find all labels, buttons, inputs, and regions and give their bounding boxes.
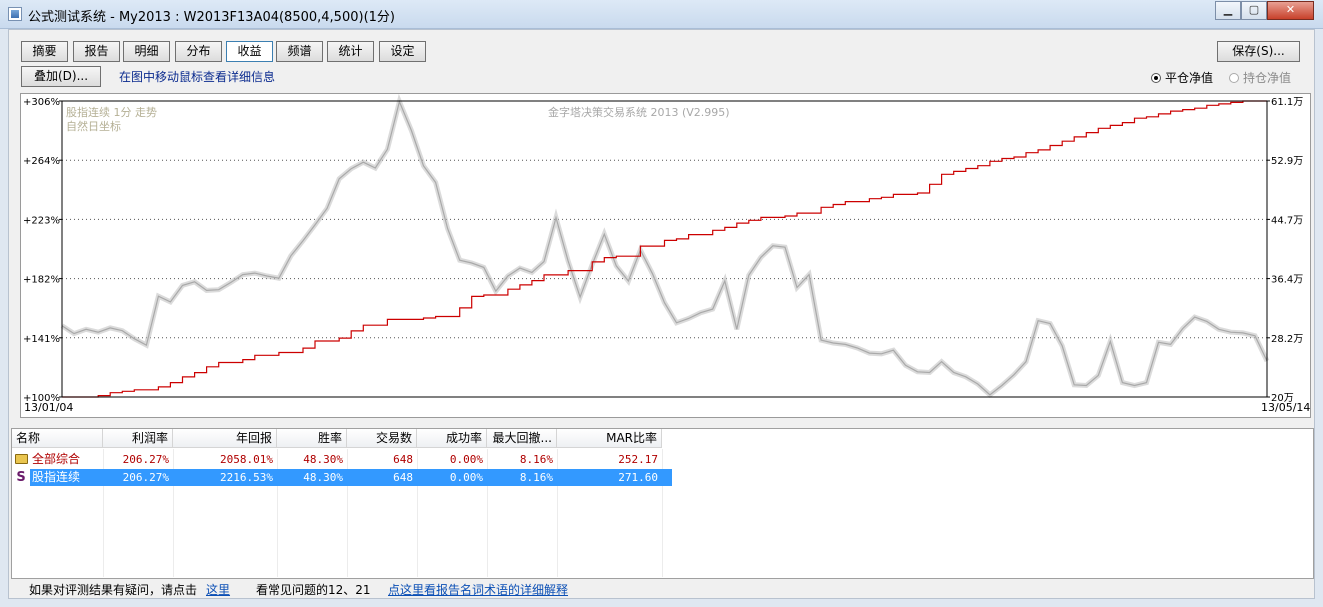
left-tick-label: +182% — [23, 275, 60, 286]
tab-detail[interactable]: 明细 — [123, 41, 170, 62]
col-drawdown[interactable]: 最大回撤... — [487, 429, 557, 448]
title-bar: 公式测试系统 - My2013 : W2013F13A04(8500,4,500… — [0, 0, 1323, 29]
col-mar[interactable]: MAR比率 — [557, 429, 662, 448]
row-drawdown: 8.16% — [519, 471, 553, 484]
glossary-link-text[interactable]: 点这里看报告名词术语的详细解释 — [388, 583, 568, 597]
col-success[interactable]: 成功率 — [417, 429, 487, 448]
table-row[interactable]: 全部综合 206.27% 2058.01% 48.30% 648 0.00% 8… — [12, 451, 672, 468]
close-button[interactable]: ✕ — [1267, 1, 1314, 20]
row-mar: 271.60 — [618, 471, 658, 484]
price-series-line — [61, 99, 1268, 396]
window-title: 公式测试系统 - My2013 : W2013F13A04(8500,4,500… — [28, 10, 395, 25]
row-mar: 252.17 — [618, 453, 658, 466]
row-annual: 2216.53% — [220, 471, 273, 484]
row-win-rate: 48.30% — [303, 453, 343, 466]
right-tick-label: 61.1万 — [1271, 97, 1303, 108]
x-end-label: 13/05/14 — [1261, 401, 1310, 414]
row-success: 0.00% — [449, 453, 483, 466]
tab-summary[interactable]: 摘要 — [21, 41, 68, 62]
row-annual: 2058.01% — [220, 453, 273, 466]
col-trades[interactable]: 交易数 — [347, 429, 417, 448]
footer-glossary-link[interactable]: 点这里看报告名词术语的详细解释 — [388, 581, 568, 598]
col-name[interactable]: 名称 — [12, 429, 103, 448]
chart-svg[interactable]: +306%+264%+223%+182%+141%+100% 61.1万52.9… — [21, 94, 1310, 417]
row-profit: 206.27% — [122, 471, 169, 484]
hover-hint: 在图中移动鼠标查看详细信息 — [119, 70, 276, 84]
radio-unselected-dot — [1229, 73, 1239, 83]
left-tick-label: +141% — [23, 334, 60, 345]
returns-chart[interactable]: +306% +264% +223% +182% +141% +100% 61.1万 52.9… — [20, 93, 1311, 418]
radio-flat-label: 平仓净值 — [1165, 71, 1214, 85]
main-panel: 摘要 报告 明细 分布 收益 频谱 统计 设定 保存(S)... 叠加(D)..… — [8, 29, 1315, 599]
right-tick-label: 28.2万 — [1271, 334, 1303, 345]
row-trades: 648 — [393, 471, 413, 484]
right-tick-label: 52.9万 — [1271, 156, 1303, 167]
radio-hold-equity[interactable]: 持仓净值 — [1229, 69, 1291, 86]
tab-statistics[interactable]: 统计 — [327, 41, 374, 62]
row-trades: 648 — [393, 453, 413, 466]
right-tick-label: 36.4万 — [1271, 275, 1303, 286]
row-profit: 206.27% — [122, 453, 169, 466]
price-series-band — [60, 94, 1270, 399]
row-name: 股指连续 — [32, 470, 81, 484]
maximize-button[interactable]: ▢ — [1241, 1, 1267, 20]
series-annotation: 股指连续 1分 走势 — [66, 105, 157, 119]
plot-frame — [61, 100, 1268, 398]
overlay-button[interactable]: 叠加(D)... — [21, 66, 101, 87]
row-name: 全部综合 — [32, 452, 81, 466]
here-link-text[interactable]: 这里 — [206, 583, 230, 597]
row-drawdown: 8.16% — [519, 453, 553, 466]
row-success: 0.00% — [449, 471, 483, 484]
tab-returns[interactable]: 收益 — [226, 41, 273, 62]
equity-series-line — [62, 100, 1267, 398]
right-tick-label: 44.7万 — [1271, 215, 1303, 226]
app-icon — [8, 7, 22, 21]
table-row[interactable]: S 股指连续 206.27% 2216.53% 48.30% 648 0.00%… — [12, 469, 672, 486]
tab-spectrum[interactable]: 频谱 — [276, 41, 323, 62]
tab-distribution[interactable]: 分布 — [175, 41, 222, 62]
left-tick-label: +264% — [23, 156, 60, 167]
col-profit[interactable]: 利润率 — [103, 429, 173, 448]
footer-faq-text: 看常见问题的12、21 — [256, 583, 371, 597]
system-annotation: 金字塔决策交易系统 2013 (V2.995) — [548, 105, 730, 119]
row-win-rate: 48.30% — [303, 471, 343, 484]
footer-question-text: 如果对评测结果有疑问，请点击 — [29, 583, 198, 597]
tab-settings[interactable]: 设定 — [379, 41, 426, 62]
col-win-rate[interactable]: 胜率 — [277, 429, 347, 448]
radio-hold-label: 持仓净值 — [1243, 71, 1292, 85]
radio-selected-dot — [1151, 73, 1161, 83]
table-header: 名称 利润率 年回报 胜率 交易数 成功率 最大回撤... MAR比率 — [12, 429, 672, 449]
col-annual[interactable]: 年回报 — [173, 429, 277, 448]
left-tick-label: +223% — [23, 215, 60, 226]
save-button[interactable]: 保存(S)... — [1217, 41, 1300, 62]
left-tick-label: +306% — [23, 97, 60, 108]
results-table: 名称 利润率 年回报 胜率 交易数 成功率 最大回撤... MAR比率 全部综合… — [11, 428, 1314, 579]
minimize-button[interactable]: ▁ — [1215, 1, 1241, 20]
radio-flat-equity[interactable]: 平仓净值 — [1151, 69, 1213, 86]
tab-report[interactable]: 报告 — [73, 41, 120, 62]
x-start-label: 13/01/04 — [24, 401, 73, 414]
coord-mode-annotation: 自然日坐标 — [66, 119, 121, 133]
footer-here-link[interactable]: 这里 — [206, 581, 230, 598]
